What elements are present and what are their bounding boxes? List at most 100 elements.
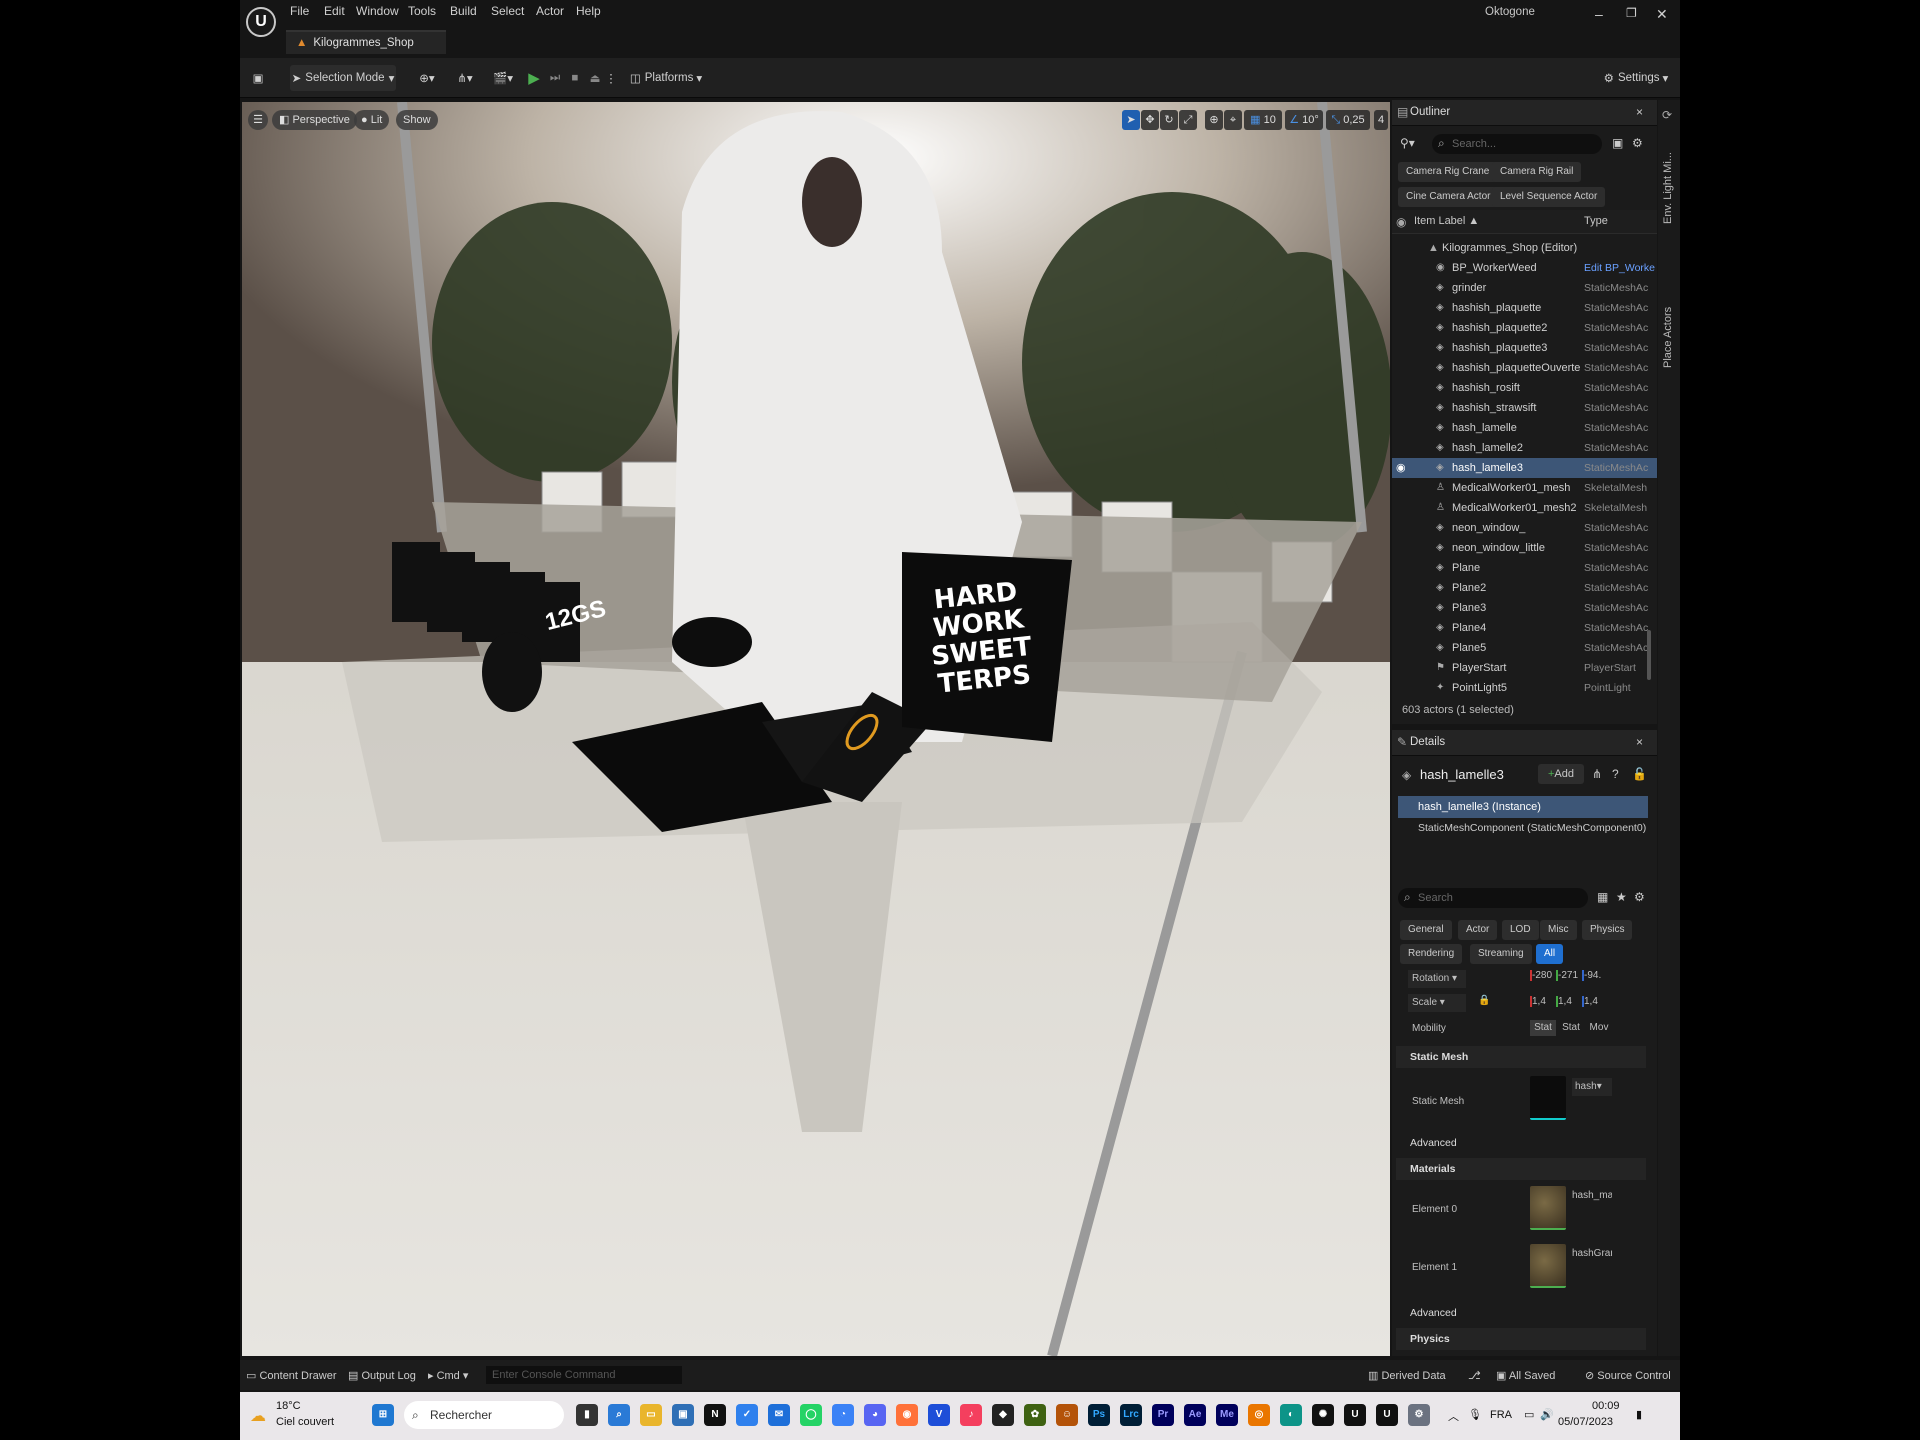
close-button[interactable]: ✕ — [1656, 6, 1668, 23]
chevron-up-icon[interactable]: ︿ — [1448, 1408, 1459, 1424]
gear-icon[interactable]: ⚙ — [1634, 890, 1645, 904]
mobility-movable[interactable]: Mov — [1586, 1020, 1612, 1036]
unreal-icon-2[interactable]: U — [1376, 1404, 1398, 1426]
menu-select[interactable]: Select — [491, 4, 524, 18]
volume-icon[interactable]: 🔊 — [1540, 1408, 1554, 1421]
menu-help[interactable]: Help — [576, 4, 601, 18]
outliner-row-type[interactable]: Edit BP_Worke — [1584, 258, 1656, 278]
whatsapp-icon[interactable]: ◯ — [800, 1404, 822, 1426]
viewport-menu-icon[interactable]: ☰ — [248, 110, 268, 130]
lightroom-icon[interactable]: Lrc — [1120, 1404, 1142, 1426]
camera-rig-rail-chip[interactable]: Camera Rig Rail — [1492, 162, 1582, 182]
task-view-icon[interactable]: ▮ — [576, 1404, 598, 1426]
outliner-row[interactable]: ◈ hashish_plaquetteOuverte StaticMeshAc — [1392, 358, 1657, 378]
notion-icon[interactable]: N — [704, 1404, 726, 1426]
outliner-row[interactable]: ♙ MedicalWorker01_mesh SkeletalMesh — [1392, 478, 1657, 498]
surface-snap-icon[interactable]: ⌖ — [1224, 110, 1242, 130]
lock-icon[interactable]: 🔓 — [1632, 767, 1647, 781]
character-app-icon[interactable]: ☺ — [1056, 1404, 1078, 1426]
lock-icon[interactable]: 🔒 — [1478, 995, 1490, 1006]
clock-date[interactable]: 05/07/2023 — [1558, 1416, 1613, 1428]
menu-tools[interactable]: Tools — [408, 4, 436, 18]
level-sequence-actor-chip[interactable]: Level Sequence Actor — [1492, 187, 1606, 207]
element0-thumbnail[interactable] — [1530, 1186, 1566, 1230]
filter-physics[interactable]: Physics — [1582, 920, 1633, 940]
add-actor-icon[interactable]: ⊕▾ — [412, 65, 442, 91]
scale-snap-toggle[interactable]: ⤡ 0,25 — [1326, 110, 1370, 130]
davinci-icon[interactable]: ◐ — [1280, 1404, 1302, 1426]
play-icon[interactable]: ▶ — [524, 65, 544, 91]
menu-window[interactable]: Window — [356, 4, 399, 18]
outliner-row[interactable]: ◈ neon_window_ StaticMeshAc — [1392, 518, 1657, 538]
rotation-z[interactable]: -94. — [1582, 970, 1604, 981]
outliner-row[interactable]: ◈ hashish_plaquette2 StaticMeshAc — [1392, 318, 1657, 338]
settings-app-icon[interactable]: ⚙ — [1408, 1404, 1430, 1426]
cine-camera-actor-chip[interactable]: Cine Camera Actor — [1398, 187, 1499, 207]
unity-icon[interactable]: ◆ — [992, 1404, 1014, 1426]
cmd-dropdown[interactable]: ▸ Cmd ▾ — [428, 1369, 468, 1382]
filter-general[interactable]: General — [1400, 920, 1452, 940]
mobility-static[interactable]: Stat — [1530, 1020, 1556, 1036]
rotate-tool-icon[interactable]: ↻ — [1160, 110, 1178, 130]
filter-actor[interactable]: Actor — [1458, 920, 1498, 940]
plant-app-icon[interactable]: ✿ — [1024, 1404, 1046, 1426]
place-actors-tab[interactable]: Place Actors — [1662, 307, 1674, 368]
unreal-icon[interactable]: U — [1344, 1404, 1366, 1426]
scale-x[interactable]: 1,4 — [1530, 996, 1552, 1007]
level-viewport[interactable]: HARD WORK SWEET TERPS 12GS ☰ ◧ Perspecti… — [242, 102, 1390, 1356]
unreal-logo-icon[interactable]: U — [246, 7, 276, 37]
outliner-row[interactable]: ◈ hashish_plaquette StaticMeshAc — [1392, 298, 1657, 318]
env-light-mixer-tab[interactable]: Env. Light Mi... — [1662, 152, 1674, 224]
after-effects-icon[interactable]: Ae — [1184, 1404, 1206, 1426]
outliner-search-input[interactable]: Search... — [1432, 134, 1602, 154]
file-explorer-icon[interactable]: ▭ — [640, 1404, 662, 1426]
blueprint-icon[interactable]: ⋔ — [1592, 767, 1602, 781]
gear-icon[interactable]: ⚙ — [1632, 136, 1643, 150]
rotation-y[interactable]: -271 — [1556, 970, 1578, 981]
show-button[interactable]: Show — [396, 110, 438, 130]
clock-time[interactable]: 00:09 — [1592, 1400, 1620, 1412]
step-icon[interactable]: ⏭ — [546, 65, 564, 91]
actor-name[interactable]: hash_lamelle3 — [1420, 767, 1504, 782]
scale-tool-icon[interactable]: ⤢ — [1179, 110, 1197, 130]
outliner-row[interactable]: ◈ hashish_rosift StaticMeshAc — [1392, 378, 1657, 398]
outliner-row[interactable]: ♙ MedicalWorker01_mesh2 SkeletalMesh — [1392, 498, 1657, 518]
blender-icon[interactable]: ◎ — [1248, 1404, 1270, 1426]
openai-icon[interactable]: ✺ — [1312, 1404, 1334, 1426]
outliner-row[interactable]: ◈ hashish_strawsift StaticMeshAc — [1392, 398, 1657, 418]
network-icon[interactable]: ▭ — [1524, 1408, 1534, 1421]
grid-snap-toggle[interactable]: ▦ 10 — [1244, 110, 1282, 130]
element1-value[interactable]: hashGranu — [1572, 1248, 1612, 1259]
static-mesh-thumbnail[interactable] — [1530, 1076, 1566, 1120]
search-app-icon[interactable]: ⌕ — [608, 1404, 630, 1426]
element0-value[interactable]: hash_mat — [1572, 1190, 1612, 1201]
start-icon[interactable]: ⊞ — [372, 1404, 394, 1426]
save-icon[interactable]: ▣ — [246, 65, 270, 91]
filter-streaming[interactable]: Streaming — [1470, 944, 1532, 964]
cinematics-icon[interactable]: 🎬▾ — [488, 65, 518, 91]
user-name[interactable]: Oktogone — [1485, 6, 1535, 18]
filter-rendering[interactable]: Rendering — [1400, 944, 1463, 964]
microphone-icon[interactable]: 🎙 — [1468, 1408, 1482, 1421]
content-drawer-button[interactable]: ▭ Content Drawer — [246, 1369, 337, 1382]
close-icon[interactable]: × — [1636, 735, 1643, 749]
menu-actor[interactable]: Actor — [536, 4, 564, 18]
outliner-row[interactable]: ◈ hash_lamelle2 StaticMeshAc — [1392, 438, 1657, 458]
static-mesh-picker[interactable]: hash▾ — [1572, 1078, 1612, 1096]
visibility-icon[interactable]: ◉ — [1396, 458, 1406, 478]
filter-icon[interactable]: ⚲▾ — [1400, 136, 1415, 150]
blueprint-icon[interactable]: ⋔▾ — [450, 65, 480, 91]
platforms-button[interactable]: ◫ Platforms ▾ — [626, 65, 706, 91]
eject-icon[interactable]: ⏏ — [586, 65, 604, 91]
outliner-row[interactable]: ◉ ◈ hash_lamelle3 StaticMeshAc — [1392, 458, 1657, 478]
selection-mode-button[interactable]: ➤ Selection Mode ▾ — [290, 65, 396, 91]
materials-section[interactable]: Materials — [1396, 1158, 1646, 1180]
todo-icon[interactable]: ✓ — [736, 1404, 758, 1426]
rotation-dropdown[interactable]: Rotation ▾ — [1408, 970, 1466, 988]
element1-thumbnail[interactable] — [1530, 1244, 1566, 1288]
help-icon[interactable]: ? — [1612, 767, 1619, 781]
firefox-icon[interactable]: ◉ — [896, 1404, 918, 1426]
maximize-button[interactable]: ❐ — [1626, 6, 1637, 20]
vpn-icon[interactable]: V — [928, 1404, 950, 1426]
instance-row[interactable]: hash_lamelle3 (Instance) — [1398, 796, 1648, 818]
